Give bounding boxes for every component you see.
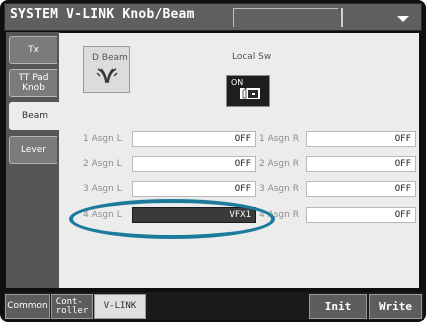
- asgn-1-l-field[interactable]: OFF: [132, 131, 256, 147]
- asgn-4-l-field[interactable]: VFX1: [132, 207, 256, 223]
- main-panel: D Beam Local Sw ON 1 Asgn L OFF 1 Asgn R…: [59, 33, 419, 288]
- row-3-left-label: 3 Asgn L: [83, 184, 122, 194]
- d-beam-button[interactable]: D Beam: [83, 46, 130, 93]
- tab-label: Beam: [22, 111, 48, 121]
- bottom-bar: Common Cont- roller V-LINK Init Write: [4, 292, 424, 320]
- row-4-left-label: 4 Asgn L: [83, 210, 122, 220]
- d-beam-label: D Beam: [92, 53, 128, 63]
- screen: SYSTEM V-LINK Knob/Beam Tx TT Pad Knob B…: [0, 0, 426, 322]
- title-field: [233, 8, 338, 27]
- asgn-4-r-field[interactable]: OFF: [306, 207, 416, 223]
- row-4-right-label: 4 Asgn R: [259, 210, 299, 220]
- write-button[interactable]: Write: [369, 294, 422, 319]
- tab-label: V-LINK: [103, 301, 137, 311]
- row-2-left-label: 2 Asgn L: [83, 159, 122, 169]
- asgn-2-l-field[interactable]: OFF: [132, 156, 256, 172]
- tab-tt-pad-knob[interactable]: TT Pad Knob: [9, 69, 57, 97]
- tab-lever[interactable]: Lever: [9, 136, 57, 164]
- local-sw-toggle[interactable]: ON: [226, 75, 270, 107]
- asgn-2-r-field[interactable]: OFF: [306, 156, 416, 172]
- row-2-right-label: 2 Asgn R: [259, 159, 299, 169]
- row-1-left-label: 1 Asgn L: [83, 134, 122, 144]
- asgn-1-r-field[interactable]: OFF: [306, 131, 416, 147]
- side-tab-bar: Tx TT Pad Knob Beam Lever: [6, 32, 61, 288]
- title-divider: [341, 8, 343, 27]
- row-3-right-label: 3 Asgn R: [259, 184, 299, 194]
- d-beam-icon: [96, 68, 118, 84]
- tab-label: Tx: [28, 45, 39, 55]
- row-1-right-label: 1 Asgn R: [259, 134, 299, 144]
- tab-label: TT Pad Knob: [18, 73, 49, 93]
- tab-label: Common: [7, 301, 48, 311]
- title-bar: SYSTEM V-LINK Knob/Beam: [4, 3, 422, 31]
- hand-switch-icon: [240, 87, 260, 99]
- tab-tx[interactable]: Tx: [9, 36, 57, 64]
- init-button[interactable]: Init: [309, 294, 367, 319]
- asgn-3-r-field[interactable]: OFF: [306, 181, 416, 197]
- chevron-down-icon: [397, 16, 409, 22]
- menu-dropdown-button[interactable]: [386, 8, 419, 27]
- tab-v-link[interactable]: V-LINK: [94, 294, 146, 319]
- tab-label: Cont- roller: [55, 296, 89, 316]
- tab-common[interactable]: Common: [5, 294, 50, 319]
- tab-label: Lever: [21, 145, 46, 155]
- local-sw-label: Local Sw: [232, 52, 272, 62]
- tab-beam[interactable]: Beam: [9, 102, 61, 130]
- tab-controller[interactable]: Cont- roller: [51, 294, 93, 319]
- page-title: SYSTEM V-LINK Knob/Beam: [10, 7, 195, 22]
- asgn-3-l-field[interactable]: OFF: [132, 181, 256, 197]
